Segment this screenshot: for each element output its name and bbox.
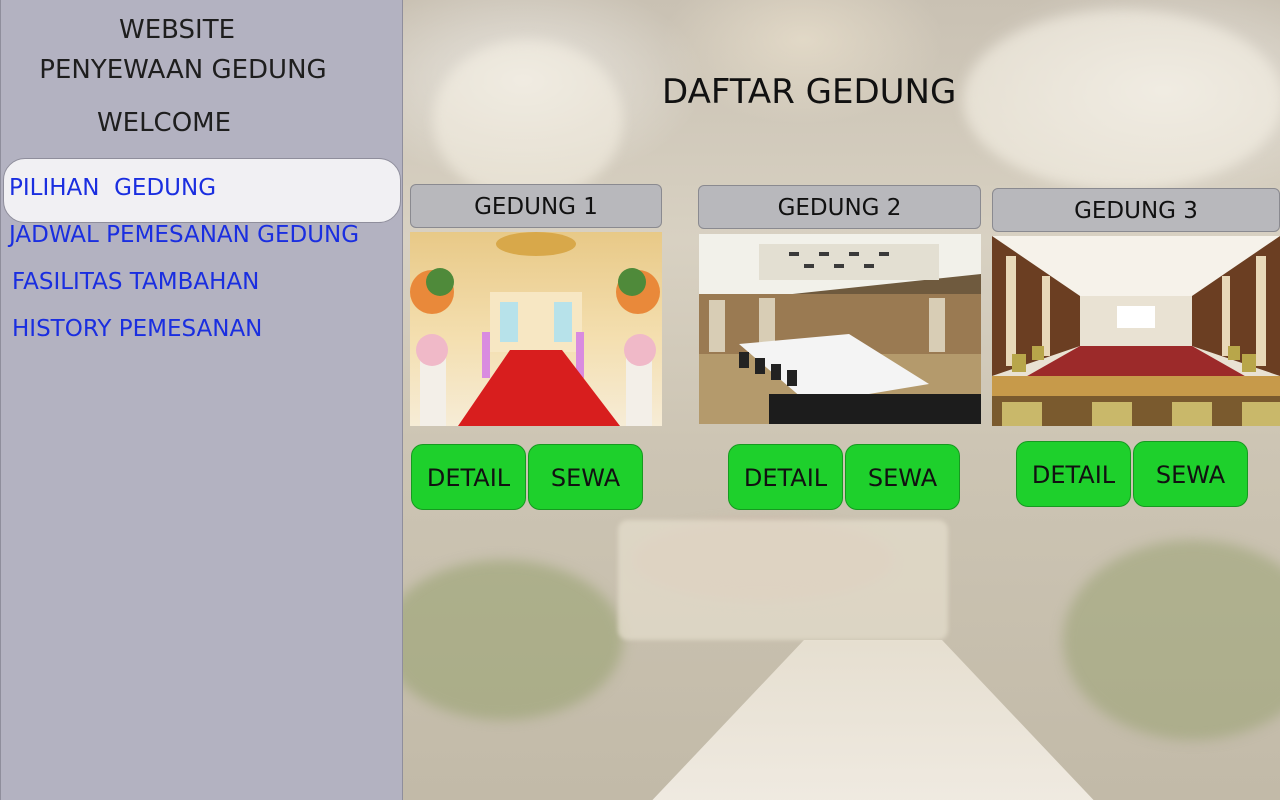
welcome-text: WELCOME	[96, 108, 232, 138]
detail-button-gedung-2[interactable]: DETAIL	[728, 444, 843, 510]
gedung-3-photo	[992, 236, 1280, 426]
site-title-line1: WEBSITE	[119, 15, 235, 45]
card-title-gedung-3: GEDUNG 3	[992, 188, 1280, 232]
nav-item-fasilitas-tambahan[interactable]: FASILITAS TAMBAHAN	[12, 269, 259, 295]
background-blossom-right	[963, 10, 1280, 190]
nav-item-history-pemesanan[interactable]: HISTORY PEMESANAN	[12, 316, 262, 342]
gedung-3-illustration	[992, 236, 1280, 426]
detail-button-gedung-1[interactable]: DETAIL	[411, 444, 526, 510]
detail-button-gedung-3[interactable]: DETAIL	[1016, 441, 1131, 507]
sewa-button-gedung-2[interactable]: SEWA	[845, 444, 960, 510]
gedung-1-photo	[410, 232, 662, 426]
sidebar: WEBSITE PENYEWAAN GEDUNG WELCOME PILIHAN…	[0, 0, 403, 800]
gedung-2-illustration	[699, 234, 981, 424]
sewa-button-gedung-3[interactable]: SEWA	[1133, 441, 1248, 507]
sewa-button-gedung-1[interactable]: SEWA	[528, 444, 643, 510]
gedung-1-illustration	[410, 232, 662, 426]
card-title-gedung-1: GEDUNG 1	[410, 184, 662, 228]
background-flowers-left	[403, 560, 623, 720]
background-flowers-right	[1063, 540, 1280, 740]
nav-item-pilihan-gedung[interactable]: PILIHAN GEDUNG	[9, 175, 216, 201]
page-title: DAFTAR GEDUNG	[662, 72, 957, 112]
card-title-gedung-2: GEDUNG 2	[698, 185, 981, 229]
gedung-2-photo	[699, 234, 981, 424]
background-aisle	[643, 640, 1103, 800]
background-stage	[618, 520, 948, 640]
nav-item-jadwal-pemesanan[interactable]: JADWAL PEMESANAN GEDUNG	[9, 222, 359, 248]
site-title-line2: PENYEWAAN GEDUNG	[39, 55, 327, 85]
background-blossom-left	[433, 40, 623, 200]
